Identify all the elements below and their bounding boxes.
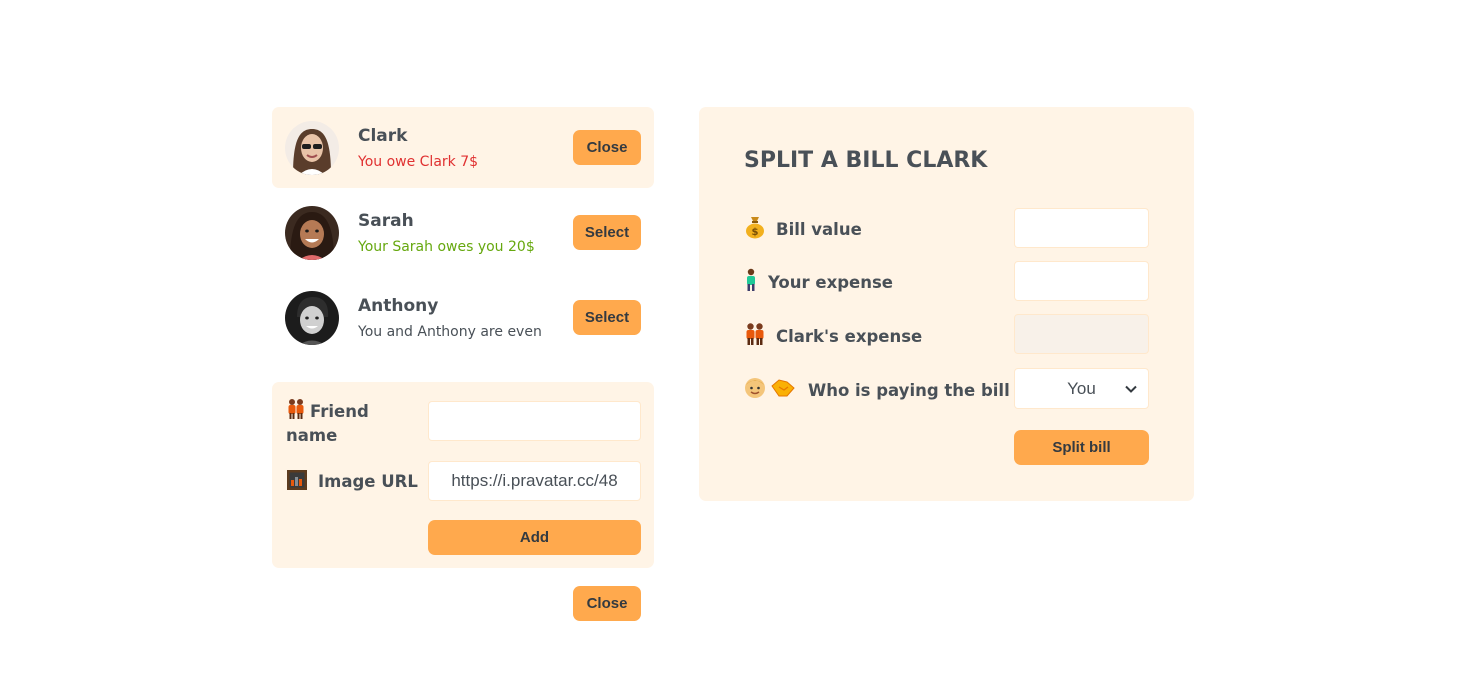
select-friend-button[interactable]: Select: [573, 300, 641, 335]
friend-item-sarah: Sarah Your Sarah owes you 20$ Select: [272, 192, 654, 273]
split-bill-form: SPLIT A BILL CLARK $ Bill value Your exp…: [699, 107, 1194, 501]
payer-label: Who is paying the bill: [744, 375, 1010, 405]
split-bill-title: SPLIT A BILL CLARK: [744, 148, 988, 173]
couple-icon: [744, 322, 766, 350]
friend-name: Clark: [358, 126, 408, 146]
money-bag-icon: $: [744, 215, 766, 243]
add-friend-button[interactable]: Add: [428, 520, 641, 555]
payer-select-value: You: [1067, 378, 1096, 398]
friend-name: Anthony: [358, 296, 439, 316]
friend-item-anthony: Anthony You and Anthony are even Select: [272, 277, 654, 358]
image-url-label: Image URL: [286, 469, 418, 494]
friend-expense-label: Clark's expense: [744, 321, 922, 351]
friend-name: Sarah: [358, 211, 414, 231]
image-url-input[interactable]: [428, 461, 641, 501]
chevron-down-icon: [1125, 385, 1137, 393]
your-expense-label: Your expense: [744, 267, 893, 297]
face-with-handshake-icon: [744, 376, 796, 404]
svg-text:$: $: [752, 227, 759, 238]
bill-value-label-text: Bill value: [776, 219, 862, 239]
select-friend-button[interactable]: Select: [573, 215, 641, 250]
image-url-label-text: Image URL: [318, 472, 418, 491]
your-expense-label-text: Your expense: [768, 272, 893, 292]
friend-balance-status: Your Sarah owes you 20$: [358, 239, 535, 255]
couple-icon: [286, 398, 306, 424]
add-friend-form: Friend name Image URL Add: [272, 382, 654, 568]
avatar: [285, 291, 339, 345]
payer-select[interactable]: You: [1014, 368, 1149, 409]
your-expense-input[interactable]: [1014, 261, 1149, 301]
framed-picture-icon: [286, 469, 308, 494]
bill-value-input[interactable]: [1014, 208, 1149, 248]
avatar: [285, 121, 339, 175]
friend-balance-status: You and Anthony are even: [358, 324, 542, 340]
friend-expense-label-text: Clark's expense: [776, 326, 923, 346]
friend-name-label: Friend name: [286, 398, 416, 448]
close-form-button[interactable]: Close: [573, 586, 641, 621]
friends-list: Clark You owe Clark 7$ Close Sarah Your …: [272, 107, 654, 358]
friend-item-clark: Clark You owe Clark 7$ Close: [272, 107, 654, 188]
avatar: [285, 206, 339, 260]
friend-expense-input: [1014, 314, 1149, 354]
close-friend-button[interactable]: Close: [573, 130, 641, 165]
bill-value-label: $ Bill value: [744, 214, 862, 244]
payer-label-text: Who is paying the bill: [808, 380, 1010, 400]
split-bill-button[interactable]: Split bill: [1014, 430, 1149, 465]
person-standing-icon: [744, 268, 758, 296]
friend-balance-status: You owe Clark 7$: [358, 154, 479, 170]
friend-name-input[interactable]: [428, 401, 641, 441]
